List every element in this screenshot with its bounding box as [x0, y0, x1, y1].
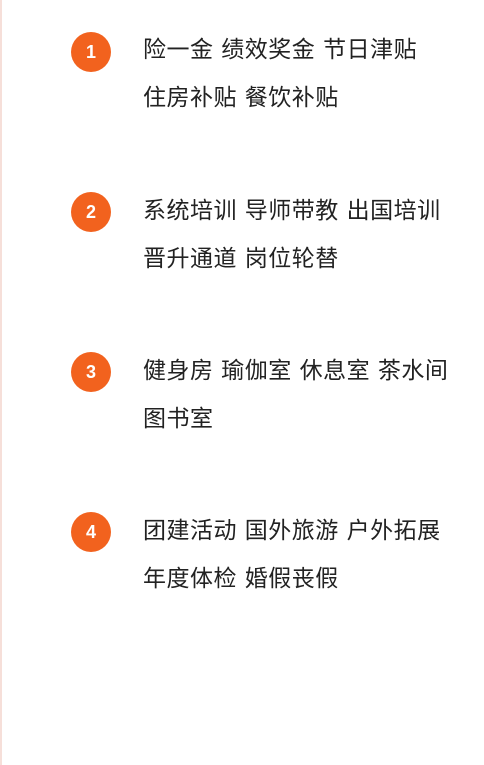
benefit-line: 住房补贴 餐饮补贴: [143, 85, 339, 111]
benefit-line: 险一金 绩效奖金 节日津贴: [143, 37, 418, 63]
number-badge: 1: [71, 32, 111, 72]
number-badge: 3: [71, 352, 111, 392]
benefit-line: 年度体检 婚假丧假: [143, 566, 339, 592]
benefit-items: 团建活动 国外旅游 户外拓展 年度体检 婚假丧假: [143, 507, 483, 603]
benefit-line: 系统培训 导师带教 出国培训: [143, 198, 441, 224]
benefit-line: 图书室: [143, 406, 214, 432]
benefit-items: 健身房 瑜伽室 休息室 茶水间 图书室: [143, 347, 483, 443]
number-badge: 2: [71, 192, 111, 232]
benefit-line: 晋升通道 岗位轮替: [143, 246, 339, 272]
number-badge: 4: [71, 512, 111, 552]
benefit-line: 健身房 瑜伽室 休息室 茶水间: [143, 358, 449, 384]
benefit-items: 系统培训 导师带教 出国培训 晋升通道 岗位轮替: [143, 187, 483, 283]
benefit-line: 团建活动 国外旅游 户外拓展: [143, 518, 441, 544]
left-edge-rule: [0, 0, 2, 765]
benefit-items: 险一金 绩效奖金 节日津贴 住房补贴 餐饮补贴: [143, 26, 483, 122]
